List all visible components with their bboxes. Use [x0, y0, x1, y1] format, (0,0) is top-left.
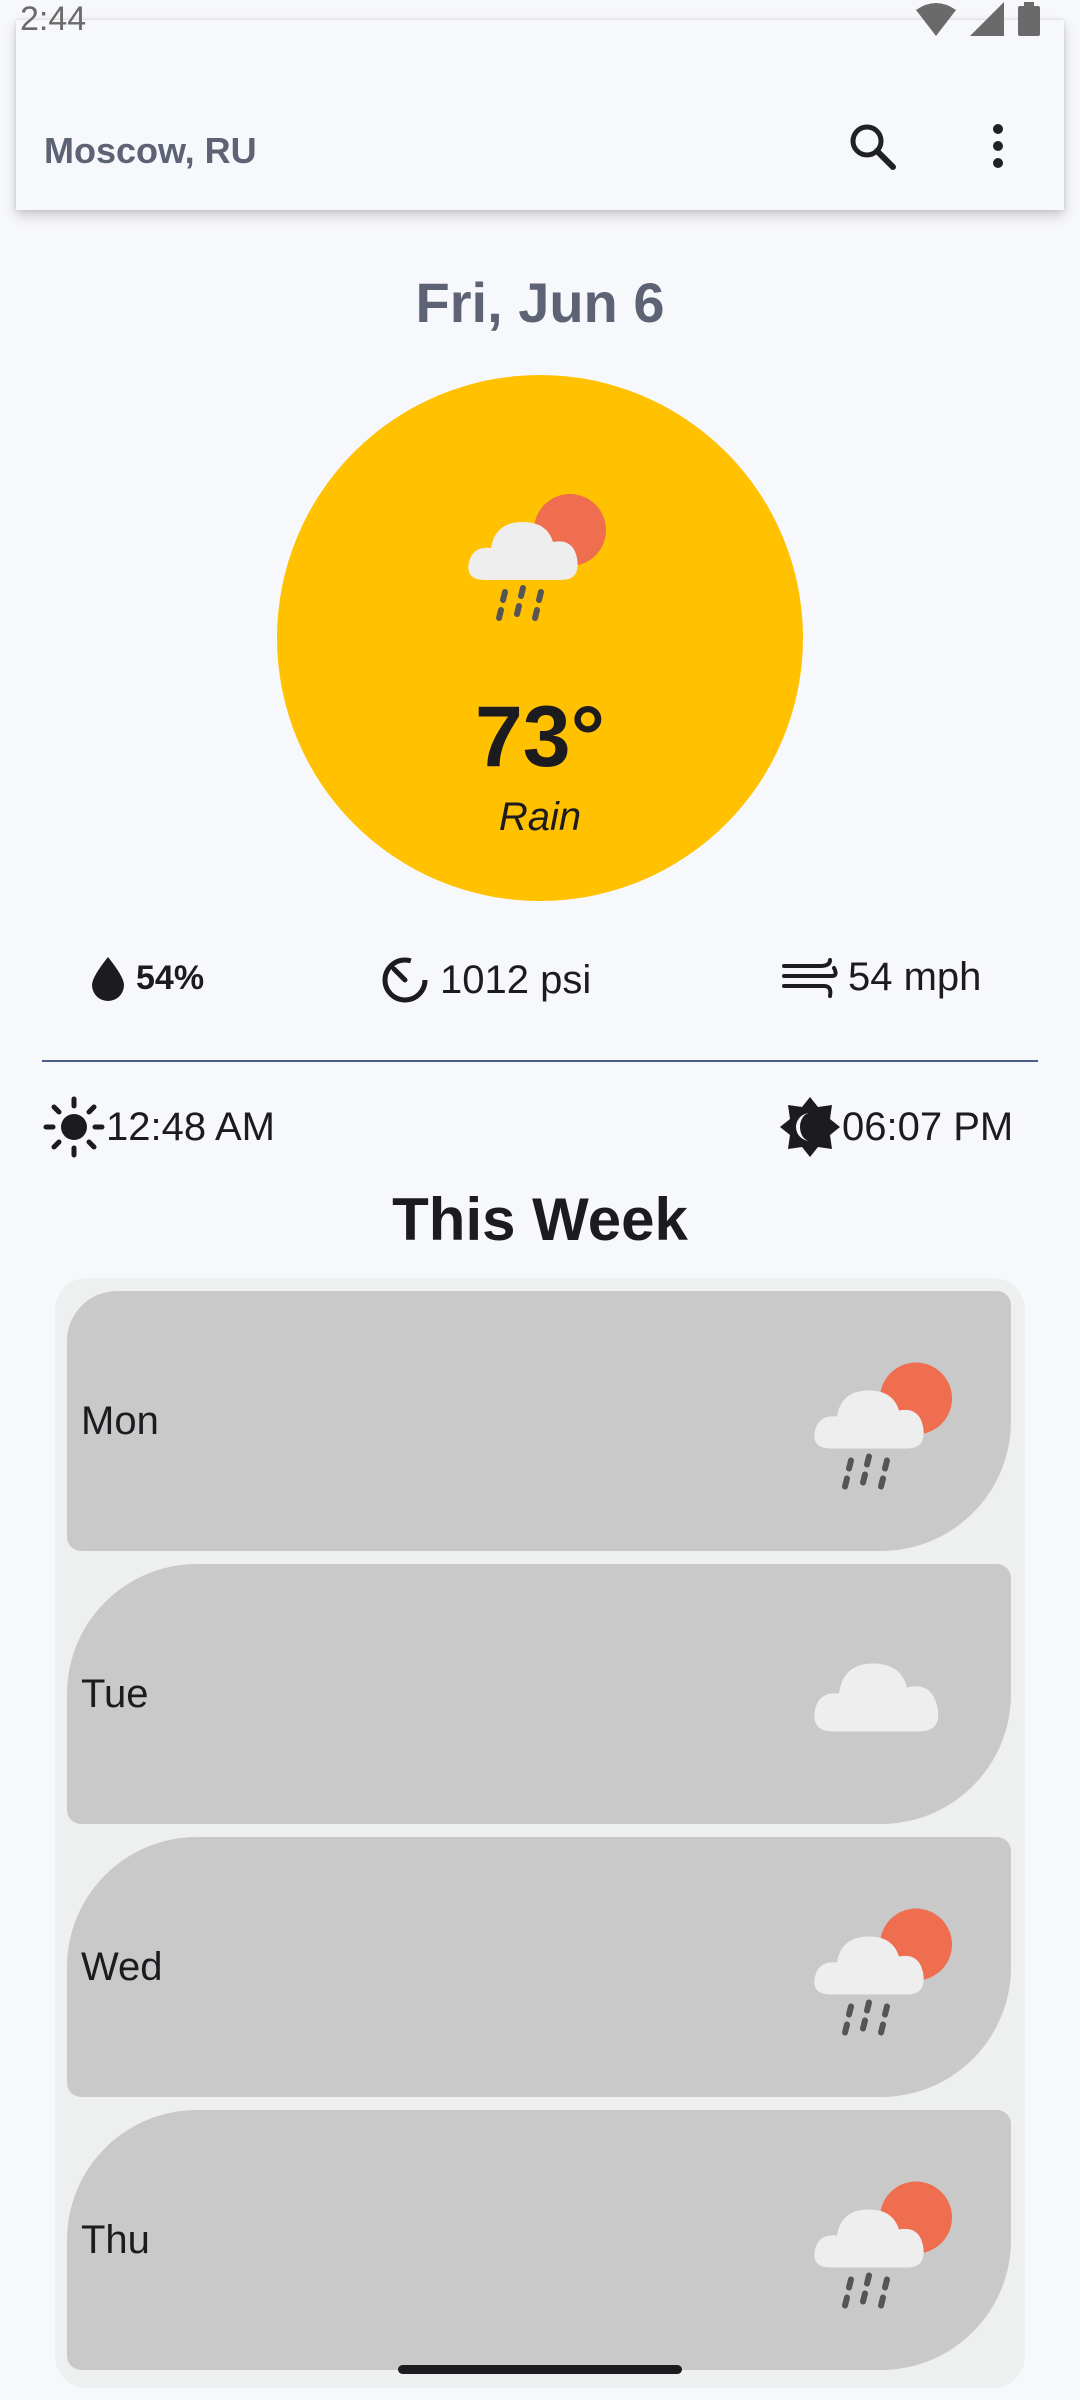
sunrise: 12:48 AM	[42, 1095, 275, 1159]
current-condition: Rain	[498, 795, 582, 839]
divider	[42, 1060, 1038, 1062]
status-icons	[916, 2, 1040, 36]
status-bar: 2:44	[0, 0, 1080, 58]
weather-metrics: 54% 1012 psi 54 mph	[0, 955, 1080, 1025]
gauge-icon	[382, 957, 428, 1003]
status-time: 2:44	[20, 0, 87, 38]
day-label: Wed	[81, 1944, 163, 1989]
search-icon	[850, 124, 896, 170]
day-card-wed[interactable]: Wed	[67, 1837, 1011, 2097]
pressure-value: 1012 psi	[440, 957, 592, 1002]
location-title: Moscow, RU	[44, 130, 257, 171]
rain-sun-icon	[814, 2181, 952, 2309]
cloud-icon	[814, 1663, 939, 1732]
search-button[interactable]	[846, 120, 898, 172]
sun-times: 12:48 AM 06:07 PM	[0, 1095, 1080, 1165]
overflow-menu-button[interactable]	[972, 120, 1024, 172]
wind-metric: 54 mph	[782, 955, 981, 1000]
water-drop-icon	[92, 957, 124, 1001]
home-indicator[interactable]	[398, 2365, 682, 2374]
current-date: Fri, Jun 6	[415, 271, 665, 334]
week-title: This Week	[392, 1186, 688, 1253]
signal-icon	[970, 2, 1004, 36]
humidity-metric: 54%	[90, 955, 204, 1001]
day-label: Mon	[81, 1398, 159, 1443]
sunset-time: 06:07 PM	[842, 1104, 1014, 1149]
rain-sun-icon	[468, 494, 606, 621]
sunrise-time: 12:48 AM	[106, 1104, 276, 1149]
day-card-thu[interactable]: Thu	[67, 2110, 1011, 2370]
humidity-value: 54%	[136, 958, 205, 997]
wind-icon	[782, 957, 838, 998]
more-vert-icon	[993, 124, 1003, 168]
wifi-icon	[916, 3, 956, 36]
pressure-metric: 1012 psi	[380, 955, 591, 1005]
battery-icon	[1018, 2, 1040, 36]
sunset: 06:07 PM	[778, 1095, 1013, 1159]
day-label: Thu	[81, 2217, 150, 2262]
day-label: Tue	[81, 1671, 149, 1716]
rain-sun-icon	[814, 1362, 952, 1490]
day-card-mon[interactable]: Mon	[67, 1291, 1011, 1551]
day-card-tue[interactable]: Tue	[67, 1564, 1011, 1824]
wind-value: 54 mph	[848, 955, 982, 999]
rain-sun-icon	[814, 1908, 952, 2036]
sunrise-icon	[43, 1096, 105, 1158]
current-temperature: 73°	[474, 689, 606, 785]
sunset-icon	[780, 1097, 840, 1157]
week-forecast-list: Mon Tue Wed Thu	[55, 1278, 1025, 2388]
